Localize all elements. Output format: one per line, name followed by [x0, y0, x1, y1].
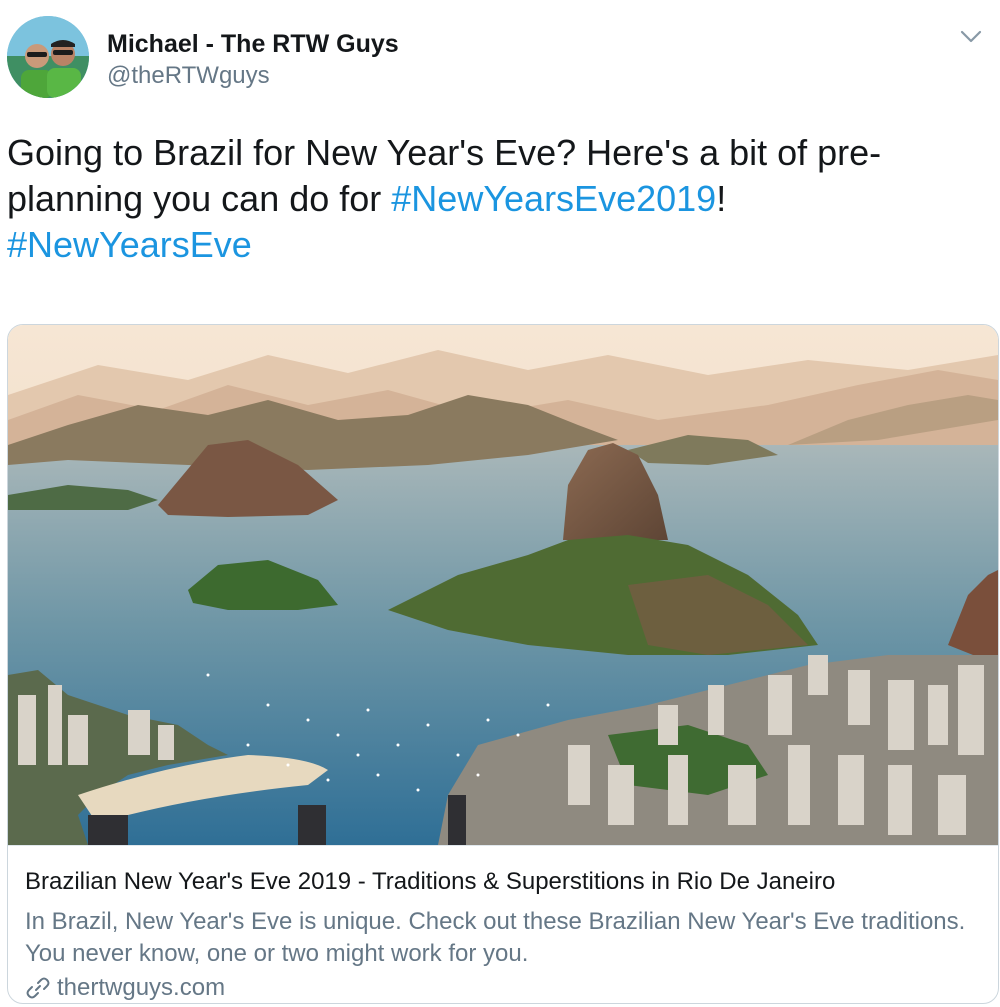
tweet-header: Michael - The RTW Guys @theRTWguys: [0, 0, 1000, 110]
hashtag-link[interactable]: #NewYearsEve2019: [391, 178, 716, 219]
card-domain-text[interactable]: thertwguys.com: [57, 974, 225, 1002]
link-icon: [25, 975, 51, 1001]
chevron-down-icon[interactable]: [956, 24, 986, 48]
author-handle[interactable]: @theRTWguys: [107, 62, 270, 90]
card-body[interactable]: Brazilian New Year's Eve 2019 - Traditio…: [8, 845, 998, 1003]
card-domain[interactable]: thertwguys.com: [25, 974, 225, 1002]
card-description: In Brazil, New Year's Eve is unique. Che…: [25, 908, 966, 967]
author-name[interactable]: Michael - The RTW Guys: [107, 30, 399, 59]
card-title[interactable]: Brazilian New Year's Eve 2019 - Traditio…: [25, 868, 835, 896]
card-image[interactable]: [8, 325, 998, 845]
tweet-text: Going to Brazil for New Year's Eve? Here…: [7, 130, 967, 268]
avatar[interactable]: [7, 16, 89, 98]
hashtag-link[interactable]: #NewYearsEve: [7, 224, 252, 265]
tweet-text-part: !: [716, 178, 727, 219]
link-card[interactable]: Brazilian New Year's Eve 2019 - Traditio…: [7, 324, 999, 1004]
